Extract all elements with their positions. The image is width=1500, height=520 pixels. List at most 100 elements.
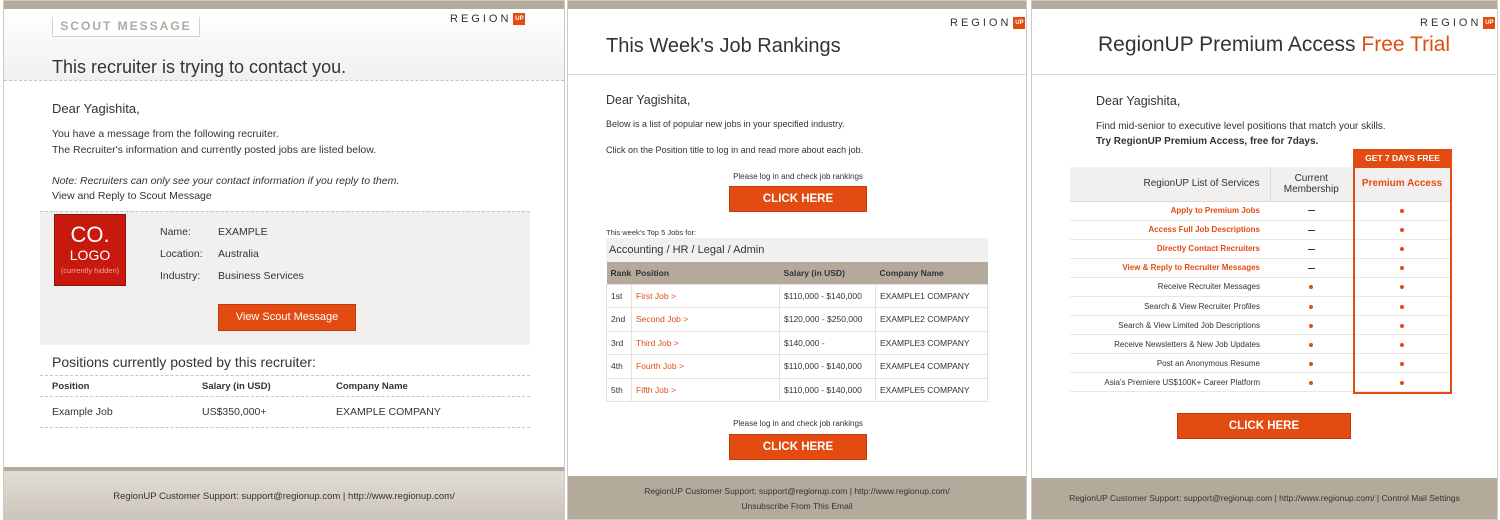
not-included-dash-icon [1307, 229, 1315, 231]
col-position: Position [631, 262, 780, 284]
reply-link[interactable]: View and Reply to Scout Message [52, 190, 212, 202]
greeting: Dear Yagishita, [1096, 94, 1181, 108]
service-name[interactable]: Apply to Premium Jobs [1070, 201, 1270, 221]
current-membership-cell [1270, 315, 1352, 336]
table-row: 3rd Third Job > $140,000 - EXAMPLE3 COMP… [606, 330, 988, 355]
click-here-button-bottom[interactable]: CLICK HERE [729, 434, 867, 460]
table-row: Example Job US$350,000+ EXAMPLE COMPANY [40, 398, 530, 428]
page-title: This Week's Job Rankings [606, 35, 841, 57]
footer-support: RegionUP Customer Support: support@regio… [644, 486, 950, 496]
top-stripe [4, 1, 564, 9]
col-salary: Salary (in USD) [202, 381, 271, 392]
current-membership-cell [1270, 239, 1352, 259]
position-link[interactable]: Fourth Job > [631, 354, 780, 379]
rank-cell: 3rd [606, 330, 632, 355]
table-row: Apply to Premium Jobs [1070, 201, 1452, 221]
intro-line-1: Find mid-senior to executive level posit… [1096, 121, 1386, 132]
table-row: 2nd Second Job > $120,000 - $250,000 EXA… [606, 307, 988, 332]
not-included-dash-icon [1307, 267, 1315, 269]
service-name: Search & View Limited Job Descriptions [1070, 315, 1270, 336]
col-salary: Salary (in USD) [779, 262, 876, 284]
job-rankings-email: REGION UP This Week's Job Rankings Dear Y… [567, 0, 1027, 520]
rank-cell: 4th [606, 354, 632, 379]
page-title: This recruiter is trying to contact you. [52, 57, 347, 77]
col-company: Company Name [875, 262, 988, 284]
regionup-logo: REGION UP [450, 13, 526, 25]
rank-cell: 5th [606, 377, 632, 402]
intro-line-2: Click on the Position title to log in an… [606, 145, 864, 155]
contact-note: Note: Recruiters can only see your conta… [52, 175, 400, 187]
service-name[interactable]: Access Full Job Descriptions [1070, 220, 1270, 240]
service-name: Post an Anonymous Resume [1070, 353, 1270, 374]
top-stripe [568, 1, 1026, 9]
industry-value: Business Services [218, 270, 304, 282]
unsubscribe-link[interactable]: Unsubscribe From This Email [568, 499, 1026, 514]
table-row: Search & View Limited Job Descriptions [1070, 315, 1452, 336]
top5-label: This week's Top 5 Jobs for: [606, 228, 697, 237]
title-main: RegionUP Premium Access [1098, 33, 1362, 56]
click-here-button-top[interactable]: CLICK HERE [729, 186, 867, 212]
premium-access-cell [1352, 258, 1452, 278]
premium-access-cell [1352, 296, 1452, 317]
email-footer: RegionUP Customer Support: support@regio… [1032, 478, 1497, 519]
logo-line-3: (currently hidden) [60, 266, 120, 275]
included-dot-icon [1400, 228, 1404, 233]
view-scout-message-button[interactable]: View Scout Message [218, 304, 356, 331]
services-table: RegionUP List of Services Current Member… [1070, 167, 1452, 393]
job-link[interactable]: Example Job [52, 406, 113, 418]
premium-trial-email: REGION UP RegionUP Premium Access Free Tr… [1031, 0, 1498, 520]
table-row: Directly Contact Recruiters [1070, 239, 1452, 259]
scout-message-tag: SCOUT MESSAGE [52, 17, 200, 37]
rank-cell: 1st [606, 283, 632, 308]
included-dot-icon [1400, 342, 1404, 347]
service-name[interactable]: View & Reply to Recruiter Messages [1070, 258, 1270, 278]
premium-access-cell [1352, 239, 1452, 259]
premium-access-cell [1352, 315, 1452, 336]
col-rank: Rank [606, 262, 632, 284]
industry-label: Industry: [160, 270, 201, 282]
position-link[interactable]: Fifth Job > [631, 377, 780, 402]
regionup-logo: REGION UP [1420, 17, 1496, 29]
included-dot-icon [1400, 209, 1404, 214]
included-dot-icon [1400, 247, 1404, 252]
logo-up-icon: UP [513, 13, 526, 25]
email-footer: RegionUP Customer Support: support@regio… [568, 476, 1026, 519]
job-company: EXAMPLE COMPANY [336, 406, 441, 418]
table-row: Access Full Job Descriptions [1070, 220, 1452, 240]
company-cell: EXAMPLE1 COMPANY [875, 283, 988, 308]
service-name[interactable]: Directly Contact Recruiters [1070, 239, 1270, 259]
position-link[interactable]: Third Job > [631, 330, 780, 355]
included-dot-icon [1309, 380, 1313, 385]
table-row: 5th Fifth Job > $110,000 - $140,000 EXAM… [606, 377, 988, 402]
included-dot-icon [1400, 380, 1404, 385]
table-row: 4th Fourth Job > $110,000 - $140,000 EXA… [606, 354, 988, 379]
premium-access-cell [1352, 372, 1452, 393]
premium-access-cell [1352, 277, 1452, 297]
page-title: RegionUP Premium Access Free Trial [1098, 33, 1450, 57]
salary-cell: $120,000 - $250,000 [779, 307, 876, 332]
logo-line-2: LOGO [69, 247, 111, 263]
greeting: Dear Yagishita, [52, 101, 140, 116]
col-services: RegionUP List of Services [1070, 167, 1270, 202]
scout-message-email: SCOUT MESSAGE REGION UP This recruiter is… [3, 0, 565, 520]
position-link[interactable]: First Job > [631, 283, 780, 308]
position-link[interactable]: Second Job > [631, 307, 780, 332]
included-dot-icon [1309, 361, 1313, 366]
current-membership-cell [1270, 353, 1352, 374]
included-dot-icon [1400, 266, 1404, 271]
positions-table-header: Position Salary (in USD) Company Name [40, 375, 530, 397]
title-free-trial: Free Trial [1361, 33, 1451, 56]
current-membership-cell [1270, 334, 1352, 355]
service-name: Receive Newsletters & New Job Updates [1070, 334, 1270, 355]
included-dot-icon [1400, 304, 1404, 309]
logo-text: REGION [950, 17, 1012, 29]
click-here-button[interactable]: CLICK HERE [1177, 413, 1351, 439]
intro-line-1: You have a message from the following re… [52, 128, 279, 140]
current-membership-cell [1270, 220, 1352, 240]
service-name: Search & View Recruiter Profiles [1070, 296, 1270, 317]
rankings-table: Rank Position Salary (in USD) Company Na… [606, 262, 988, 402]
premium-access-cell [1352, 334, 1452, 355]
name-value: EXAMPLE [218, 226, 268, 238]
included-dot-icon [1309, 342, 1313, 347]
included-dot-icon [1400, 361, 1404, 366]
